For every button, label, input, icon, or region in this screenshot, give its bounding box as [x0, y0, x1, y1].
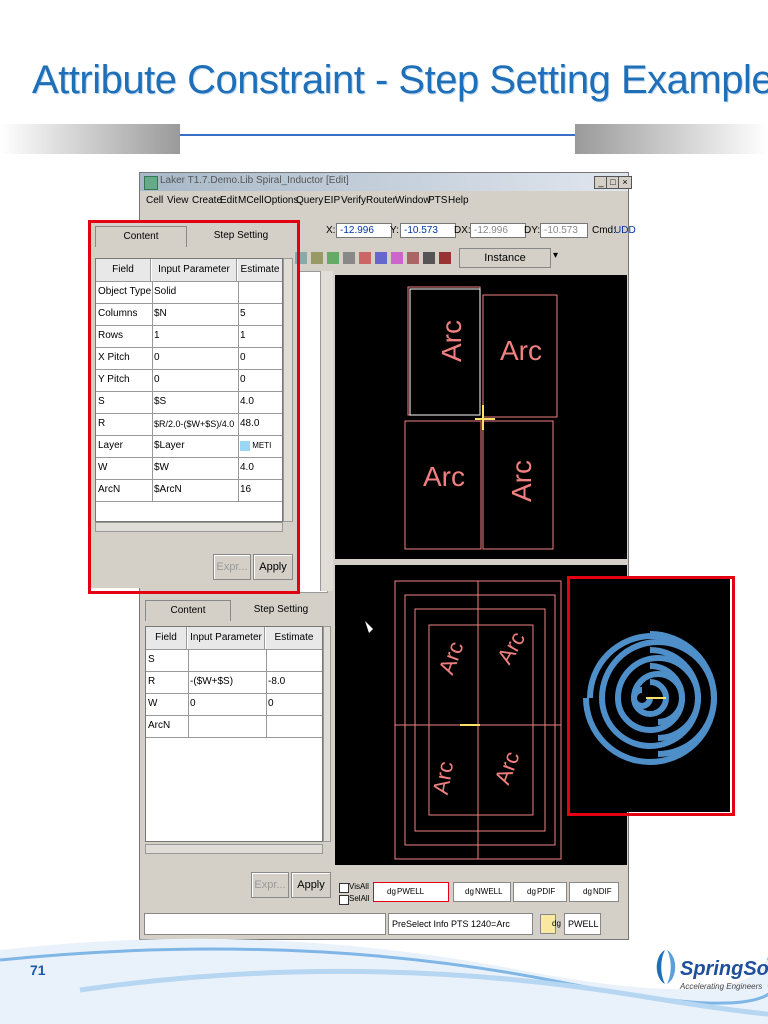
visall-label: VisAll — [349, 882, 369, 891]
window-titlebar: Laker T1.7.Demo.Lib Spiral_Inductor [Edi… — [140, 173, 632, 191]
layer-pwell-name: PWELL — [397, 887, 425, 896]
menu-eip[interactable]: EIP — [324, 195, 340, 206]
app-icon — [144, 176, 158, 190]
y-label: Y: — [390, 225, 399, 236]
title-band-line — [180, 134, 575, 136]
menu-create[interactable]: Create — [192, 195, 222, 206]
title-band-left — [0, 124, 180, 154]
layer-nwell-tag: dg — [465, 887, 474, 896]
row-estimate: -8.0 — [268, 676, 286, 687]
row-input[interactable]: 0 — [188, 693, 267, 715]
tool-icon-6[interactable] — [375, 252, 387, 264]
menu-edit[interactable]: Edit — [220, 195, 237, 206]
arc-label-2: Arc — [500, 335, 542, 366]
tool-icon-3[interactable] — [327, 252, 339, 264]
header-estimate: Estimate — [266, 627, 322, 649]
y-field[interactable]: -10.573 — [400, 223, 456, 238]
top-canvas-drawing — [404, 286, 558, 550]
logo-text: SpringSoft — [680, 958, 768, 980]
springsoft-logo-icon — [656, 950, 676, 984]
x-label: X: — [326, 225, 336, 236]
side-scrollbar[interactable] — [320, 271, 333, 591]
panel2-vscroll[interactable] — [323, 626, 331, 842]
menu-pts[interactable]: PTS — [428, 195, 447, 206]
visall-checkbox[interactable] — [339, 883, 349, 893]
menu-options[interactable]: Options — [264, 195, 298, 206]
layout-canvas-top[interactable]: Arc Arc Arc Arc — [335, 275, 627, 559]
toolbar: Instance ▾ — [295, 248, 625, 268]
row-field: ArcN — [146, 715, 189, 737]
tool-icon-2[interactable] — [311, 252, 323, 264]
menu-cell[interactable]: Cell — [146, 195, 163, 206]
highlight-box-spiral — [567, 576, 735, 816]
table-row[interactable]: R -($W+$S) -8.0 — [146, 671, 322, 694]
title-band-right — [575, 124, 768, 154]
dx-label: DX: — [454, 225, 471, 236]
slide-title: Attribute Constraint - Step Setting Exam… — [32, 58, 768, 102]
dy-label: DY: — [524, 225, 541, 236]
header-field: Field — [146, 627, 187, 649]
arc-label-3: Arc — [423, 461, 465, 492]
arc-label-1: Arc — [436, 320, 467, 362]
panel2-hscroll[interactable] — [145, 844, 323, 854]
layer-pwell-tag: dg — [387, 887, 396, 896]
layer-nwell-name: NWELL — [475, 887, 503, 896]
window-title: Laker T1.7.Demo.Lib Spiral_Inductor [Edi… — [160, 175, 349, 186]
panel2-tab-content[interactable]: Content — [145, 600, 231, 621]
panel2-header-row: Field Input Parameter Estimate — [146, 627, 322, 650]
table-row[interactable]: S — [146, 649, 322, 672]
menu-window[interactable]: Window — [395, 195, 431, 206]
row-field: R — [146, 671, 189, 693]
x-field[interactable]: -12.996 — [336, 223, 392, 238]
row-input[interactable] — [188, 715, 267, 737]
row-estimate — [266, 649, 324, 671]
panel2-tab-step-setting[interactable]: Step Setting — [235, 600, 327, 620]
panel2-expr-button[interactable]: Expr... — [251, 872, 289, 898]
step-setting-panel-2: Content Step Setting Field Input Paramet… — [141, 596, 331, 902]
close-button[interactable]: × — [618, 176, 632, 189]
table-row[interactable]: ArcN — [146, 715, 322, 738]
tool-icon-5[interactable] — [359, 252, 371, 264]
layer-pdif-tag: dg — [527, 887, 536, 896]
dx-field[interactable]: -12.996 — [470, 223, 526, 238]
menu-view[interactable]: View — [167, 195, 189, 206]
panel2-tabs: Content Step Setting — [141, 596, 331, 622]
chevron-down-icon[interactable]: ▾ — [553, 250, 558, 261]
row-estimate: 0 — [268, 698, 274, 709]
arc-label-4: Arc — [506, 460, 537, 502]
row-field: W — [146, 693, 189, 715]
tool-icon-8[interactable] — [407, 252, 419, 264]
menu-bar: Cell View Create Edit MCell Options Quer… — [140, 195, 628, 211]
tool-icon-10[interactable] — [439, 252, 451, 264]
menu-query[interactable]: Query — [296, 195, 323, 206]
row-estimate — [266, 715, 324, 737]
cmd-value: UDD — [614, 225, 636, 236]
table-row[interactable]: W 0 0 — [146, 693, 322, 716]
dy-field[interactable]: -10.573 — [540, 223, 588, 238]
menu-mcell[interactable]: MCell — [238, 195, 264, 206]
tool-icon-7[interactable] — [391, 252, 403, 264]
instance-selector[interactable]: Instance — [459, 248, 551, 268]
tool-icon-4[interactable] — [343, 252, 355, 264]
cursor-icon — [365, 621, 373, 633]
header-input-parameter: Input Parameter — [188, 627, 265, 649]
layer-ndif-tag: dg — [583, 887, 592, 896]
panel2-apply-button[interactable]: Apply — [291, 872, 331, 898]
panel2-table: Field Input Parameter Estimate S R -($W+… — [145, 626, 323, 842]
row-field: S — [146, 649, 189, 671]
layer-pdif-name: PDIF — [537, 887, 556, 896]
coordinate-bar: X: -12.996 Y: -10.573 DX: -12.996 DY: -1… — [320, 223, 636, 241]
row-input[interactable] — [188, 649, 267, 671]
menu-router[interactable]: Router — [366, 195, 396, 206]
layer-ndif-name: NDIF — [593, 887, 612, 896]
logo-tagline: Accelerating Engineers — [680, 982, 763, 991]
menu-verify[interactable]: Verify — [341, 195, 366, 206]
highlight-box-panel1 — [88, 220, 300, 594]
tool-icon-9[interactable] — [423, 252, 435, 264]
page-number: 71 — [30, 962, 46, 978]
cmd-label: Cmd: — [592, 225, 616, 236]
menu-help[interactable]: Help — [448, 195, 469, 206]
row-input[interactable]: -($W+$S) — [188, 671, 267, 693]
